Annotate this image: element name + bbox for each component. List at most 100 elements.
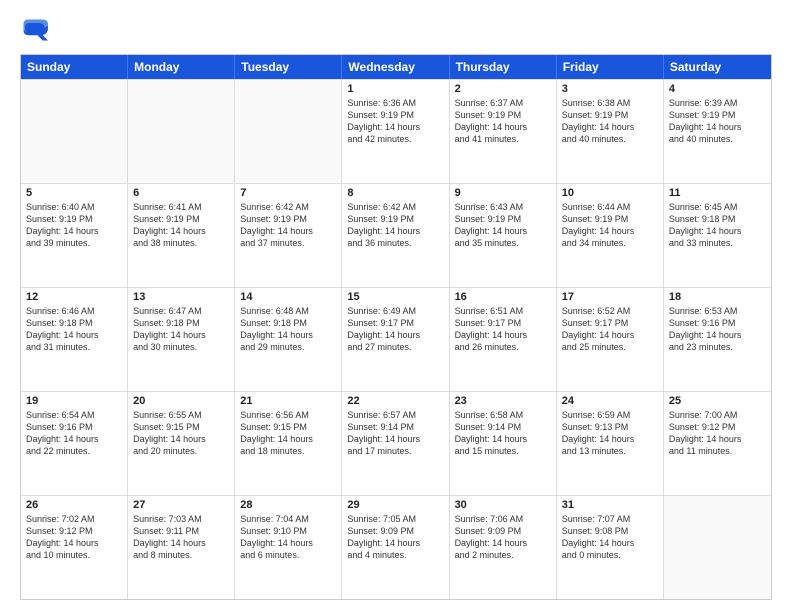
cell-info: Sunrise: 7:04 AM Sunset: 9:10 PM Dayligh… [240,513,336,562]
calendar-header-row: SundayMondayTuesdayWednesdayThursdayFrid… [21,55,771,79]
cell-info: Sunrise: 6:53 AM Sunset: 9:16 PM Dayligh… [669,305,766,354]
calendar-cell: 13 Sunrise: 6:47 AM Sunset: 9:18 PM Dayli… [128,288,235,391]
calendar-cell [664,496,771,599]
calendar-cell: 17 Sunrise: 6:52 AM Sunset: 9:17 PM Dayli… [557,288,664,391]
calendar: SundayMondayTuesdayWednesdayThursdayFrid… [20,54,772,600]
cell-day-number: 1 [347,83,443,95]
cell-day-number: 15 [347,291,443,303]
calendar-cell: 19Sunrise: 6:54 AM Sunset: 9:16 PM Dayli… [21,392,128,495]
cell-day-number: 26 [26,499,122,511]
cell-day-number: 4 [669,83,766,95]
cell-info: Sunrise: 6:42 AM Sunset: 9:19 PM Dayligh… [347,201,443,250]
calendar-cell: 29 Sunrise: 7:05 AM Sunset: 9:09 PM Dayli… [342,496,449,599]
cell-day-number: 31 [562,499,658,511]
cell-info: Sunrise: 6:41 AM Sunset: 9:19 PM Dayligh… [133,201,229,250]
calendar-week-2: 5Sunrise: 6:40 AM Sunset: 9:19 PM Daylig… [21,183,771,287]
cell-info: Sunrise: 7:05 AM Sunset: 9:09 PM Dayligh… [347,513,443,562]
cell-info: Sunrise: 6:57 AM Sunset: 9:14 PM Dayligh… [347,409,443,458]
cell-day-number: 24 [562,395,658,407]
header-day-wednesday: Wednesday [342,55,449,79]
page: SundayMondayTuesdayWednesdayThursdayFrid… [0,0,792,612]
calendar-cell: 8 Sunrise: 6:42 AM Sunset: 9:19 PM Daylig… [342,184,449,287]
calendar-cell: 30 Sunrise: 7:06 AM Sunset: 9:09 PM Dayli… [450,496,557,599]
calendar-cell: 7 Sunrise: 6:42 AM Sunset: 9:19 PM Daylig… [235,184,342,287]
cell-day-number: 5 [26,187,122,199]
cell-info: Sunrise: 7:06 AM Sunset: 9:09 PM Dayligh… [455,513,551,562]
cell-info: Sunrise: 6:37 AM Sunset: 9:19 PM Dayligh… [455,97,551,146]
cell-info: Sunrise: 6:42 AM Sunset: 9:19 PM Dayligh… [240,201,336,250]
cell-info: Sunrise: 6:55 AM Sunset: 9:15 PM Dayligh… [133,409,229,458]
cell-day-number: 30 [455,499,551,511]
calendar-cell: 1 Sunrise: 6:36 AM Sunset: 9:19 PM Daylig… [342,80,449,183]
logo-icon [20,16,48,44]
cell-day-number: 3 [562,83,658,95]
header-day-thursday: Thursday [450,55,557,79]
cell-day-number: 23 [455,395,551,407]
cell-day-number: 18 [669,291,766,303]
header-day-sunday: Sunday [21,55,128,79]
calendar-cell: 10 Sunrise: 6:44 AM Sunset: 9:19 PM Dayli… [557,184,664,287]
calendar-cell: 21 Sunrise: 6:56 AM Sunset: 9:15 PM Dayli… [235,392,342,495]
cell-info: Sunrise: 6:46 AM Sunset: 9:18 PM Dayligh… [26,305,122,354]
calendar-cell: 28Sunrise: 7:04 AM Sunset: 9:10 PM Dayli… [235,496,342,599]
cell-info: Sunrise: 7:03 AM Sunset: 9:11 PM Dayligh… [133,513,229,562]
header-day-saturday: Saturday [664,55,771,79]
cell-day-number: 29 [347,499,443,511]
calendar-cell: 11Sunrise: 6:45 AM Sunset: 9:18 PM Dayli… [664,184,771,287]
logo [20,16,52,44]
cell-day-number: 8 [347,187,443,199]
cell-info: Sunrise: 6:45 AM Sunset: 9:18 PM Dayligh… [669,201,766,250]
calendar-cell: 27 Sunrise: 7:03 AM Sunset: 9:11 PM Dayli… [128,496,235,599]
cell-day-number: 25 [669,395,766,407]
cell-info: Sunrise: 6:36 AM Sunset: 9:19 PM Dayligh… [347,97,443,146]
cell-day-number: 2 [455,83,551,95]
cell-info: Sunrise: 6:43 AM Sunset: 9:19 PM Dayligh… [455,201,551,250]
header-day-friday: Friday [557,55,664,79]
calendar-body: 1 Sunrise: 6:36 AM Sunset: 9:19 PM Daylig… [21,79,771,599]
calendar-week-3: 12 Sunrise: 6:46 AM Sunset: 9:18 PM Dayli… [21,287,771,391]
cell-day-number: 27 [133,499,229,511]
calendar-cell: 3Sunrise: 6:38 AM Sunset: 9:19 PM Daylig… [557,80,664,183]
calendar-cell: 31 Sunrise: 7:07 AM Sunset: 9:08 PM Dayli… [557,496,664,599]
calendar-cell: 12 Sunrise: 6:46 AM Sunset: 9:18 PM Dayli… [21,288,128,391]
cell-info: Sunrise: 6:48 AM Sunset: 9:18 PM Dayligh… [240,305,336,354]
cell-day-number: 21 [240,395,336,407]
cell-day-number: 14 [240,291,336,303]
cell-day-number: 22 [347,395,443,407]
calendar-cell [128,80,235,183]
cell-info: Sunrise: 6:58 AM Sunset: 9:14 PM Dayligh… [455,409,551,458]
cell-day-number: 6 [133,187,229,199]
calendar-cell: 26 Sunrise: 7:02 AM Sunset: 9:12 PM Dayli… [21,496,128,599]
cell-info: Sunrise: 6:44 AM Sunset: 9:19 PM Dayligh… [562,201,658,250]
calendar-cell: 18 Sunrise: 6:53 AM Sunset: 9:16 PM Dayli… [664,288,771,391]
cell-day-number: 12 [26,291,122,303]
cell-day-number: 20 [133,395,229,407]
calendar-cell: 9 Sunrise: 6:43 AM Sunset: 9:19 PM Daylig… [450,184,557,287]
calendar-week-4: 19Sunrise: 6:54 AM Sunset: 9:16 PM Dayli… [21,391,771,495]
calendar-cell: 14 Sunrise: 6:48 AM Sunset: 9:18 PM Dayli… [235,288,342,391]
calendar-cell: 20 Sunrise: 6:55 AM Sunset: 9:15 PM Dayli… [128,392,235,495]
cell-day-number: 13 [133,291,229,303]
cell-info: Sunrise: 6:51 AM Sunset: 9:17 PM Dayligh… [455,305,551,354]
calendar-cell: 24 Sunrise: 6:59 AM Sunset: 9:13 PM Dayli… [557,392,664,495]
cell-info: Sunrise: 6:49 AM Sunset: 9:17 PM Dayligh… [347,305,443,354]
cell-info: Sunrise: 6:39 AM Sunset: 9:19 PM Dayligh… [669,97,766,146]
cell-day-number: 7 [240,187,336,199]
calendar-week-5: 26 Sunrise: 7:02 AM Sunset: 9:12 PM Dayli… [21,495,771,599]
cell-info: Sunrise: 6:52 AM Sunset: 9:17 PM Dayligh… [562,305,658,354]
cell-info: Sunrise: 7:07 AM Sunset: 9:08 PM Dayligh… [562,513,658,562]
cell-day-number: 17 [562,291,658,303]
cell-info: Sunrise: 7:02 AM Sunset: 9:12 PM Dayligh… [26,513,122,562]
cell-day-number: 10 [562,187,658,199]
header-day-tuesday: Tuesday [235,55,342,79]
calendar-cell: 4 Sunrise: 6:39 AM Sunset: 9:19 PM Daylig… [664,80,771,183]
cell-info: Sunrise: 6:54 AM Sunset: 9:16 PM Dayligh… [26,409,122,458]
cell-day-number: 9 [455,187,551,199]
cell-info: Sunrise: 6:59 AM Sunset: 9:13 PM Dayligh… [562,409,658,458]
cell-day-number: 16 [455,291,551,303]
cell-info: Sunrise: 6:56 AM Sunset: 9:15 PM Dayligh… [240,409,336,458]
calendar-cell: 22 Sunrise: 6:57 AM Sunset: 9:14 PM Dayli… [342,392,449,495]
cell-info: Sunrise: 6:47 AM Sunset: 9:18 PM Dayligh… [133,305,229,354]
calendar-cell: 16 Sunrise: 6:51 AM Sunset: 9:17 PM Dayli… [450,288,557,391]
calendar-cell: 5Sunrise: 6:40 AM Sunset: 9:19 PM Daylig… [21,184,128,287]
